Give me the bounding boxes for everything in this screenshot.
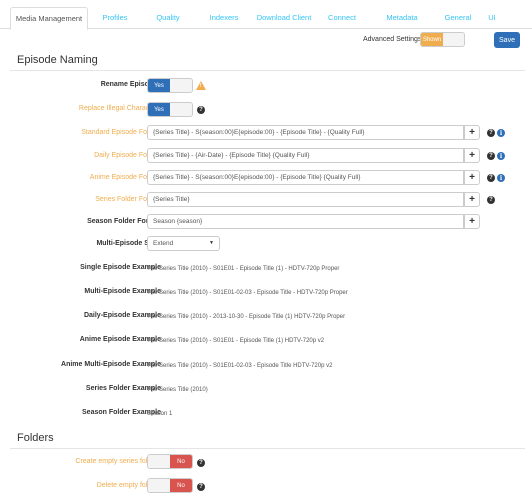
add-token-button[interactable]: +	[464, 148, 480, 163]
chevron-down-icon: ▼	[209, 240, 214, 246]
add-token-button[interactable]: +	[464, 214, 480, 229]
single-episode-example-value: The Series Title (2010) - S01E01 - Episo…	[147, 266, 340, 272]
toggle-yes-slot	[148, 455, 170, 468]
toggle-no-slot	[170, 79, 192, 92]
tab-metadata[interactable]: Metadata	[380, 7, 424, 29]
delete-empty-folders-toggle[interactable]: No	[147, 478, 193, 493]
tab-connect[interactable]: Connect	[322, 7, 362, 29]
multi-episode-style-value: Extend	[153, 240, 174, 247]
multi-episode-example-value: The Series Title (2010) - S01E01-02-03 -…	[147, 290, 348, 296]
warning-icon: !	[196, 81, 206, 90]
anime-multi-episode-example-label: Anime Multi-Episode Example	[61, 361, 161, 368]
daily-episode-format-input[interactable]: {Series Title} - {Air-Date} - {Episode T…	[147, 148, 464, 163]
section-divider	[10, 448, 525, 449]
rename-episodes-toggle[interactable]: Yes	[147, 78, 193, 93]
toggle-no: No	[170, 479, 192, 492]
add-token-button[interactable]: +	[464, 170, 480, 185]
series-folder-format-input[interactable]: {Series Title}	[147, 192, 464, 207]
help-question-icon[interactable]: ?	[487, 152, 495, 160]
tab-quality[interactable]: Quality	[146, 7, 190, 29]
toggle-yes: Yes	[148, 79, 170, 92]
tab-profiles[interactable]: Profiles	[92, 7, 138, 29]
section-title-folders: Folders	[17, 432, 54, 444]
help-question-icon[interactable]: ?	[487, 129, 495, 137]
help-question-icon[interactable]: ?	[487, 196, 495, 204]
tab-media-management[interactable]: Media Management	[10, 7, 88, 30]
help-question-icon[interactable]: ?	[197, 106, 205, 114]
add-token-button[interactable]: +	[464, 192, 480, 207]
tab-general[interactable]: General	[440, 7, 476, 29]
toggle-yes-slot	[148, 479, 170, 492]
season-folder-example-value: Season 1	[147, 411, 173, 417]
series-folder-example-value: The Series Title (2010)	[147, 387, 208, 393]
replace-illegal-characters-toggle[interactable]: Yes	[147, 102, 193, 117]
settings-tabs: Media Management Profiles Quality Indexe…	[0, 7, 532, 30]
add-token-button[interactable]: +	[464, 125, 480, 140]
standard-episode-format-input[interactable]: {Series Title} - S{season:00}E{episode:0…	[147, 125, 464, 140]
tab-indexers[interactable]: Indexers	[200, 7, 248, 29]
help-question-icon[interactable]: ?	[197, 483, 205, 491]
multi-episode-style-select[interactable]: Extend ▼	[147, 236, 220, 251]
advanced-hidden-state	[443, 33, 464, 46]
advanced-shown-state: Shown	[421, 33, 443, 46]
advanced-settings-label: Advanced Settings	[363, 36, 422, 43]
toggle-yes: Yes	[148, 103, 170, 116]
save-button[interactable]: Save	[494, 32, 520, 48]
anime-episode-format-input[interactable]: {Series Title} - S{season:00}E{episode:0…	[147, 170, 464, 185]
toggle-no: No	[170, 455, 192, 468]
toggle-no-slot	[170, 103, 192, 116]
help-question-icon[interactable]: ?	[197, 459, 205, 467]
season-folder-format-input[interactable]: Season {season}	[147, 214, 464, 229]
section-divider	[10, 70, 525, 71]
tab-download-client[interactable]: Download Client	[254, 7, 314, 29]
daily-episode-example-value: The Series Title (2010) - 2013-10-30 - E…	[147, 314, 346, 320]
tab-ui[interactable]: UI	[482, 7, 502, 29]
help-question-icon[interactable]: ?	[487, 174, 495, 182]
advanced-settings-toggle[interactable]: Shown	[420, 32, 465, 47]
anime-multi-episode-example-value: The Series Title (2010) - S01E01-02-03 -…	[147, 363, 333, 369]
anime-episode-example-value: The Series Title (2010) - S01E01 - Episo…	[147, 338, 325, 344]
info-icon[interactable]: i	[497, 152, 505, 160]
create-empty-series-folders-toggle[interactable]: No	[147, 454, 193, 469]
info-icon[interactable]: i	[497, 129, 505, 137]
section-title-episode-naming: Episode Naming	[17, 54, 98, 66]
info-icon[interactable]: i	[497, 174, 505, 182]
